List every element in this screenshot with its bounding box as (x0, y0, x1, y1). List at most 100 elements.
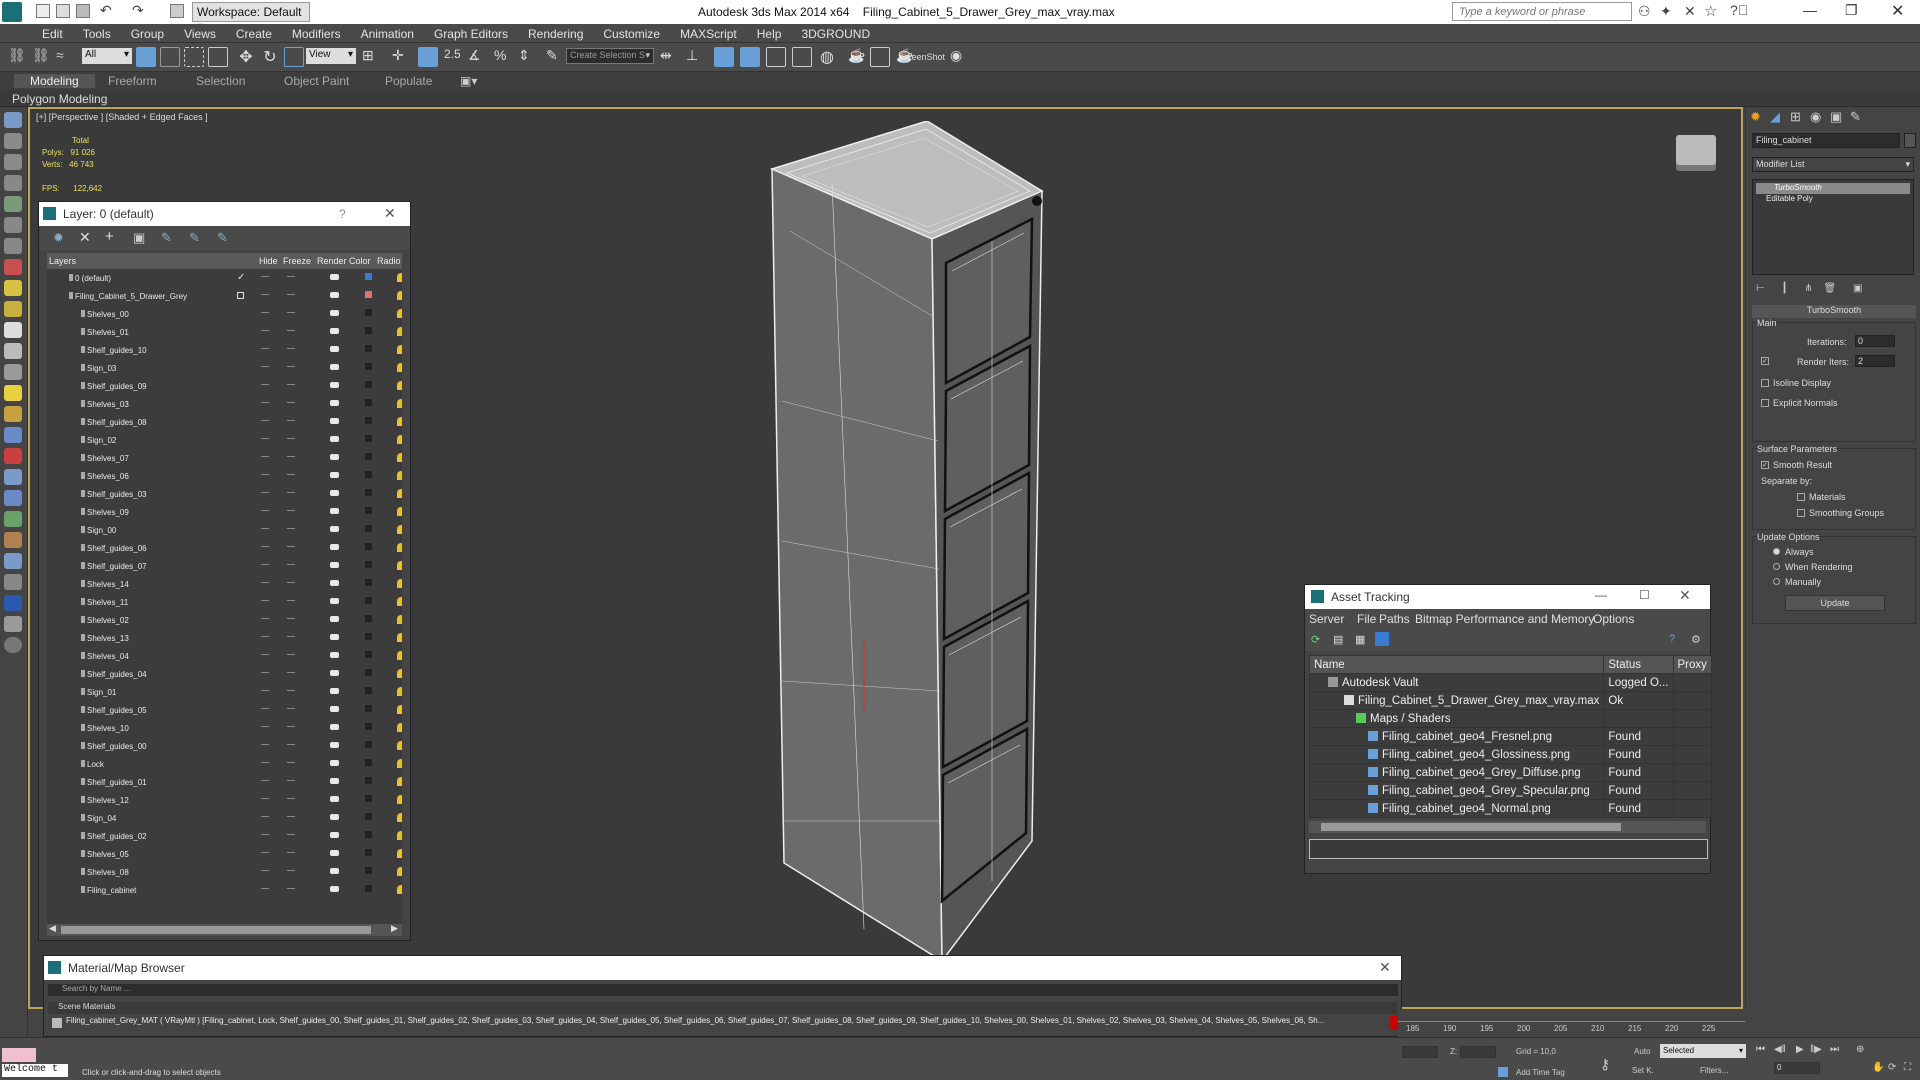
radiosity-icon[interactable] (397, 831, 402, 840)
layer-color-swatch[interactable] (365, 471, 372, 478)
radiosity-icon[interactable] (397, 489, 402, 498)
render-teapot-icon[interactable] (330, 274, 339, 280)
hide-toggle[interactable] (261, 726, 269, 727)
layer-row[interactable]: Lock (47, 755, 402, 773)
material-search-field[interactable]: Search by Name ... (48, 984, 1398, 996)
radiosity-icon[interactable] (397, 309, 402, 318)
tool-icon-5[interactable] (4, 196, 22, 212)
menu-item-create[interactable]: Create (226, 24, 282, 41)
select-and-link-icon[interactable]: ⛓ (8, 47, 28, 67)
layer-row[interactable]: Sign_03 (47, 359, 402, 377)
layer-active-box-icon[interactable] (237, 292, 244, 299)
freeze-toggle[interactable] (287, 690, 295, 691)
layer-color-swatch[interactable] (365, 597, 372, 604)
show-end-result-icon[interactable]: ┃ (1782, 283, 1788, 294)
polygon-modeling-panel[interactable]: Polygon Modeling (12, 92, 107, 106)
tool-icon-24[interactable] (4, 595, 22, 611)
radiosity-icon[interactable] (397, 273, 402, 282)
tool-icon-25[interactable] (4, 616, 22, 632)
layer-color-swatch[interactable] (365, 741, 372, 748)
layer-row[interactable]: Shelf_guides_01 (47, 773, 402, 791)
layer-color-swatch[interactable] (365, 849, 372, 856)
menu-item-animation[interactable]: Animation (351, 24, 424, 41)
layer-manager-icon[interactable] (714, 47, 734, 67)
layer-row[interactable]: Filing_Cabinet_5_Drawer_Grey (47, 287, 402, 305)
radiosity-icon[interactable] (397, 507, 402, 516)
render-teapot-icon[interactable] (330, 670, 339, 676)
tool-icon-6[interactable] (4, 217, 22, 233)
delete-layer-icon[interactable]: ✕ (79, 229, 91, 246)
render-teapot-icon[interactable] (330, 382, 339, 388)
menu-item-graph-editors[interactable]: Graph Editors (424, 24, 518, 41)
hide-toggle[interactable] (261, 744, 269, 745)
freeze-toggle[interactable] (287, 708, 295, 709)
layer-row[interactable]: Shelf_guides_02 (47, 827, 402, 845)
goto-end-icon[interactable]: ⏭ (1830, 1044, 1839, 1055)
freeze-toggle[interactable] (287, 888, 295, 889)
tool-icon-18[interactable] (4, 469, 22, 485)
radiosity-icon[interactable] (397, 453, 402, 462)
layer-color-swatch[interactable] (365, 831, 372, 838)
render-iters-checkbox[interactable]: ✓ (1761, 357, 1769, 365)
tab-freeform[interactable]: Freeform (108, 74, 157, 88)
layer-color-swatch[interactable] (365, 291, 372, 298)
layer-color-swatch[interactable] (365, 705, 372, 712)
asset-minimize-icon[interactable]: — (1595, 588, 1607, 602)
freeze-toggle[interactable] (287, 726, 295, 727)
tool-icon-9[interactable] (4, 280, 22, 296)
hide-toggle[interactable] (261, 816, 269, 817)
asset-help-icon[interactable]: ? (1669, 633, 1675, 645)
pin-stack-icon[interactable]: ⊢ (1756, 283, 1765, 294)
layer-color-swatch[interactable] (365, 615, 372, 622)
tool-icon-4[interactable] (4, 175, 22, 191)
help-circle-icon[interactable] (4, 637, 22, 653)
render-teapot-icon[interactable] (330, 652, 339, 658)
layer-color-swatch[interactable] (365, 399, 372, 406)
hide-toggle[interactable] (261, 798, 269, 799)
add-time-tag[interactable]: Add Time Tag (1516, 1068, 1565, 1077)
freeze-toggle[interactable] (287, 456, 295, 457)
freeze-toggle[interactable] (287, 546, 295, 547)
freeze-toggle[interactable] (287, 402, 295, 403)
radiosity-icon[interactable] (397, 417, 402, 426)
radiosity-icon[interactable] (397, 705, 402, 714)
manually-radio[interactable] (1773, 578, 1780, 585)
layer-color-swatch[interactable] (365, 561, 372, 568)
material-browser-titlebar[interactable]: Material/Map Browser ✕ (44, 956, 1401, 980)
hide-toggle[interactable] (261, 582, 269, 583)
move-icon[interactable]: ✥ (236, 47, 256, 67)
layer-color-swatch[interactable] (365, 723, 372, 730)
render-teapot-icon[interactable] (330, 706, 339, 712)
radiosity-icon[interactable] (397, 849, 402, 858)
layer-color-swatch[interactable] (365, 435, 372, 442)
freeze-toggle[interactable] (287, 330, 295, 331)
layer-row[interactable]: Shelves_05 (47, 845, 402, 863)
freeze-toggle[interactable] (287, 312, 295, 313)
hide-toggle[interactable] (261, 690, 269, 691)
col-render[interactable]: Render (317, 256, 347, 266)
radiosity-icon[interactable] (397, 381, 402, 390)
material-entry[interactable]: Filing_cabinet_Grey_MAT ( VRayMtl ) [Fil… (48, 1016, 1398, 1030)
freeze-toggle[interactable] (287, 582, 295, 583)
object-color-swatch[interactable] (1904, 133, 1916, 148)
hide-toggle[interactable] (261, 618, 269, 619)
radiosity-icon[interactable] (397, 543, 402, 552)
object-name-field[interactable]: Filing_cabinet (1752, 133, 1900, 148)
menu-item-3dground[interactable]: 3DGROUND (791, 24, 880, 41)
render-teapot-icon[interactable] (330, 634, 339, 640)
asset-menu-file[interactable]: File (1357, 612, 1376, 626)
menu-item-tools[interactable]: Tools (73, 24, 121, 41)
layer-row[interactable]: Shelves_13 (47, 629, 402, 647)
refresh-icon[interactable]: ⟳ (1311, 633, 1320, 646)
menu-item-help[interactable]: Help (747, 24, 792, 41)
layer-color-swatch[interactable] (365, 543, 372, 550)
create-layer-icon[interactable]: ✹ (53, 230, 64, 246)
scene-explorer-icon[interactable] (740, 47, 760, 67)
tool-icon-1[interactable] (4, 112, 22, 128)
named-selection-set-dropdown[interactable]: Create Selection S ▾ (566, 48, 654, 64)
window-crossing-icon[interactable] (208, 47, 228, 67)
freeze-toggle[interactable] (287, 852, 295, 853)
app-logo-icon[interactable] (2, 2, 22, 22)
freeze-toggle[interactable] (287, 528, 295, 529)
layer-color-swatch[interactable] (365, 507, 372, 514)
